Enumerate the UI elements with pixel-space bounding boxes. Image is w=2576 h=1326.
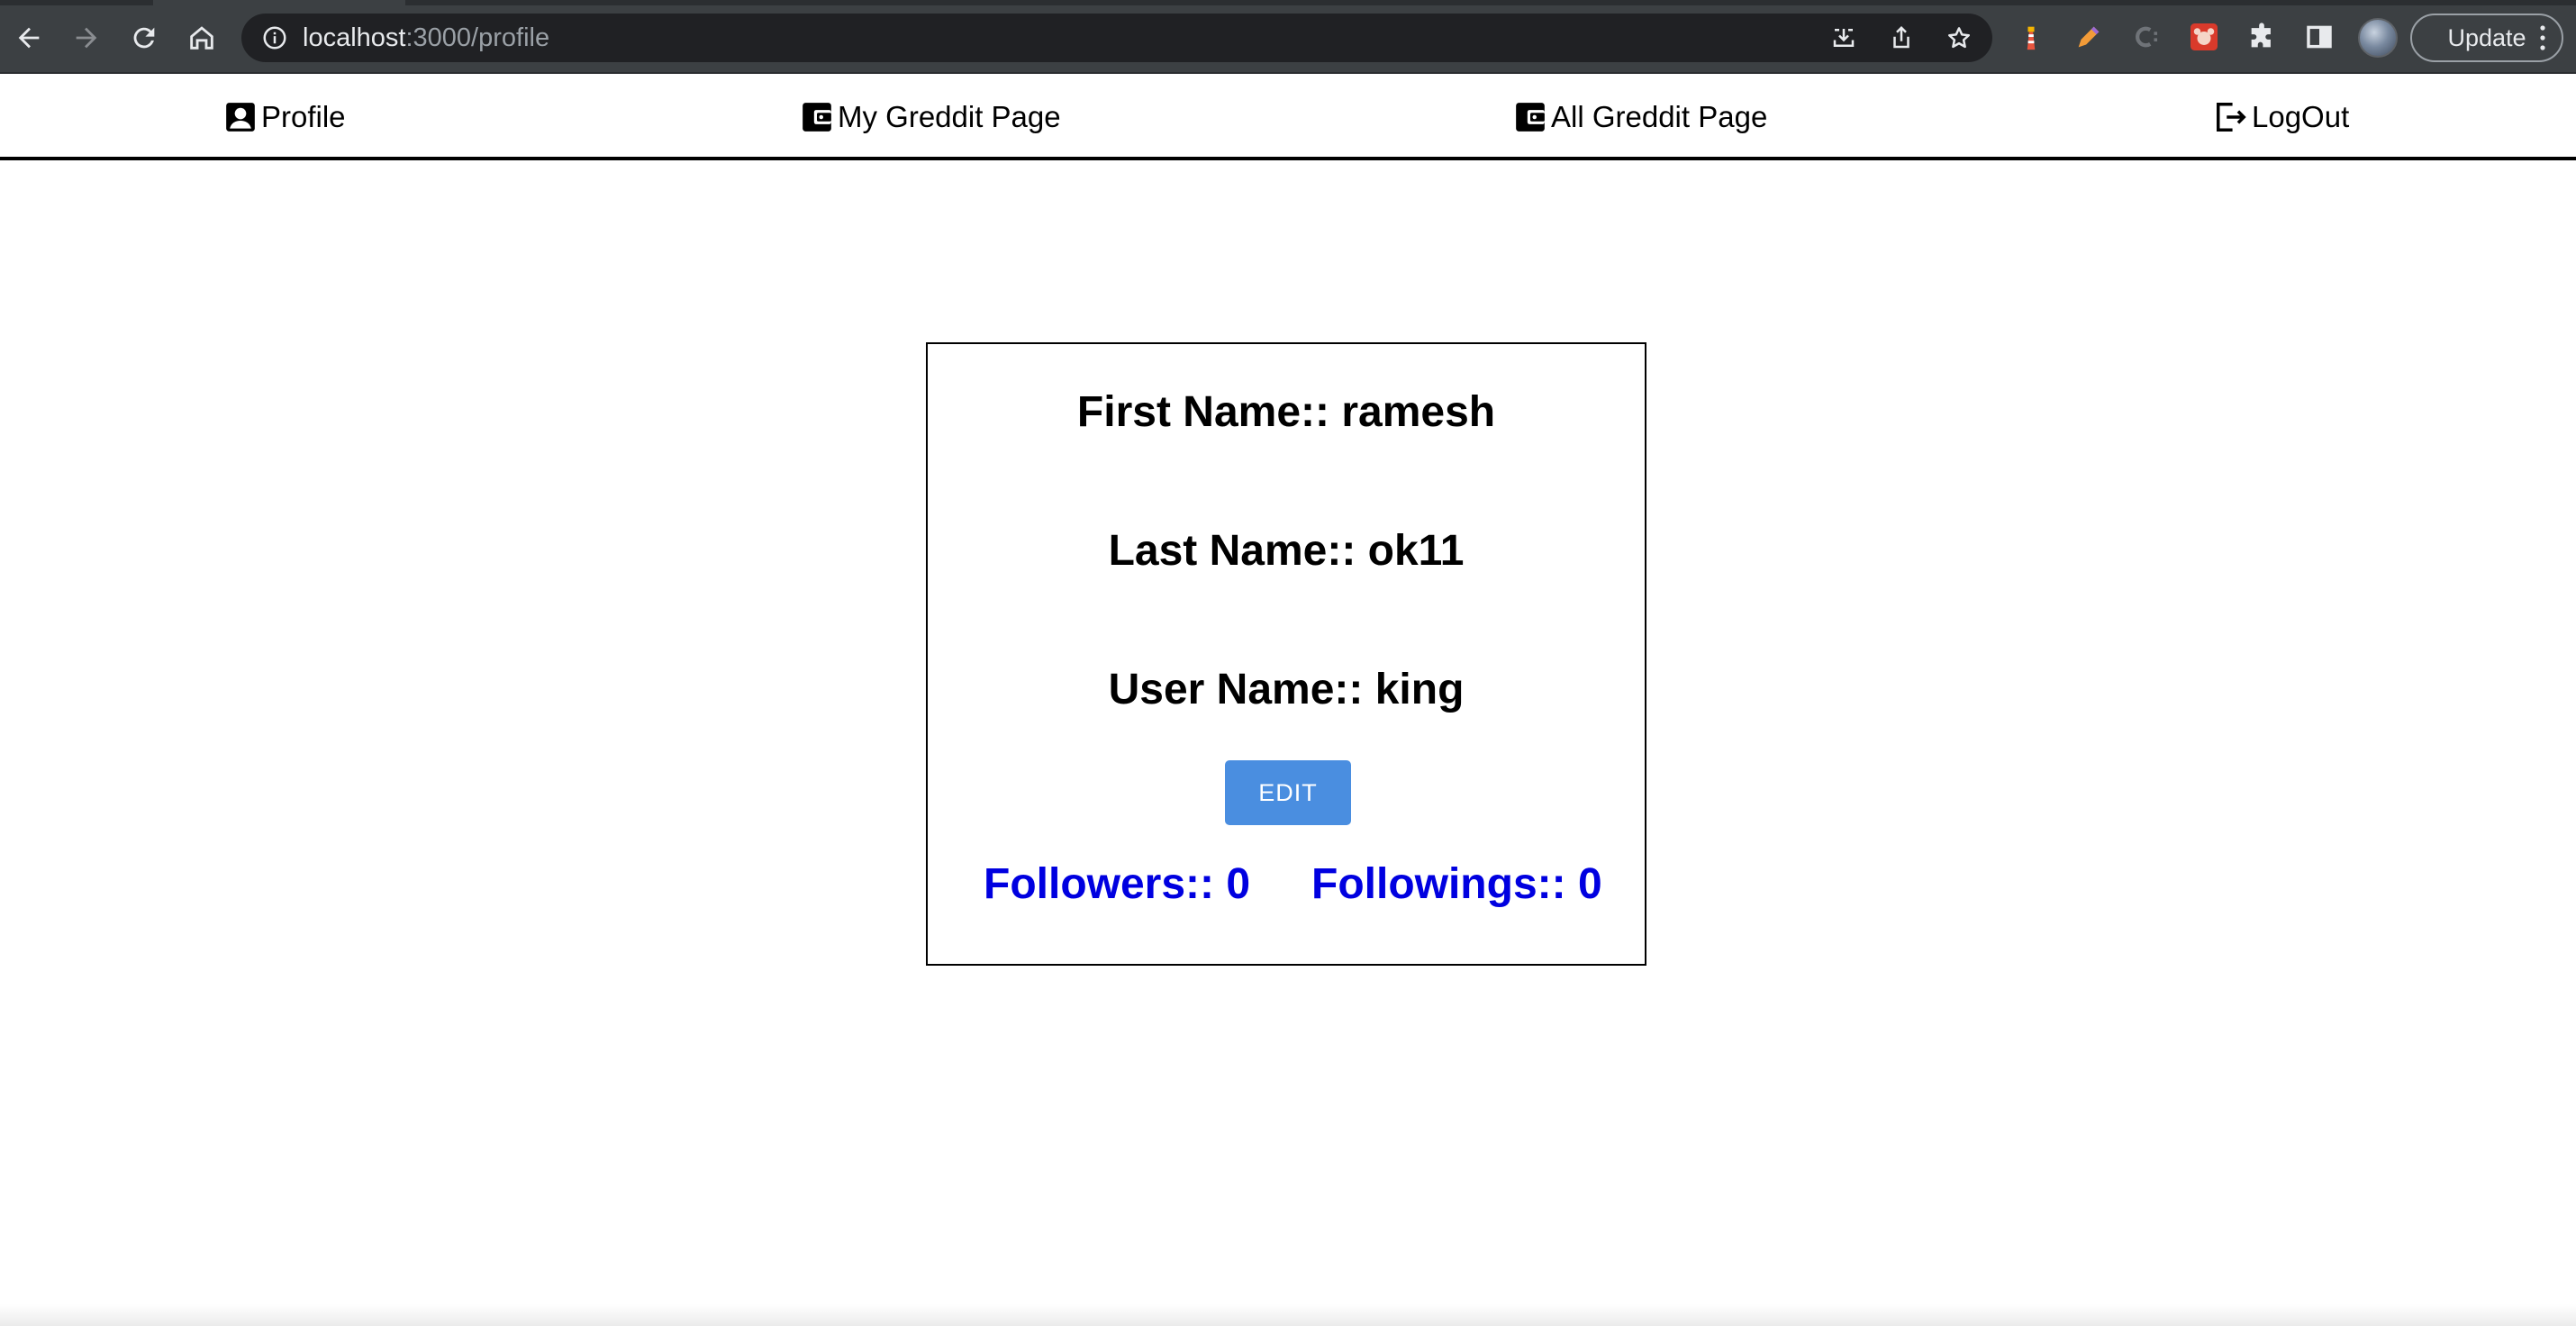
nav-profile-label: Profile — [261, 100, 346, 133]
puzzle-icon[interactable] — [2245, 20, 2279, 54]
reload-button[interactable] — [124, 18, 164, 58]
home-icon — [190, 26, 213, 50]
install-icon[interactable] — [1830, 24, 1857, 51]
nav-all-greddit-link[interactable]: All Greddit Page — [1513, 97, 1767, 137]
last-name-text: Last Name:: ok11 — [1108, 527, 1465, 575]
back-button[interactable] — [9, 18, 49, 58]
forward-button[interactable] — [67, 18, 106, 58]
extension-puppy-icon[interactable] — [2187, 20, 2221, 54]
url-host: localhost — [303, 23, 406, 52]
arrow-left-icon — [18, 27, 40, 49]
user-name-text: User Name:: king — [1108, 666, 1465, 713]
side-panel-icon[interactable] — [2302, 20, 2336, 54]
extension-c-icon[interactable] — [2129, 20, 2163, 54]
app-navbar: Profile My Greddit Page All Greddit Page… — [0, 76, 2576, 160]
person-badge-icon — [226, 103, 255, 132]
nav-logout-link[interactable]: LogOut — [2214, 97, 2349, 137]
share-icon[interactable] — [1888, 24, 1915, 51]
more-menu-icon[interactable] — [2536, 23, 2549, 52]
wallet-icon — [1516, 103, 1545, 132]
nav-all-greddit-label: All Greddit Page — [1551, 100, 1768, 133]
wallet-icon — [803, 103, 831, 132]
bottom-shadow — [0, 1304, 2576, 1326]
extension-lighthouse-icon[interactable] — [2014, 20, 2048, 54]
nav-my-greddit-label: My Greddit Page — [838, 100, 1061, 133]
first-name-text: First Name:: ramesh — [1076, 388, 1496, 436]
browser-toolbar: localhost:3000/profile Update — [0, 0, 2576, 74]
nav-profile-link[interactable]: Profile — [223, 97, 346, 137]
url-text[interactable]: localhost:3000/profile — [303, 24, 549, 51]
profile-card: First Name:: ramesh Last Name:: ok11 Use… — [926, 342, 1646, 966]
arrow-right-icon — [76, 27, 97, 49]
active-tab[interactable] — [153, 0, 405, 5]
logout-icon — [2217, 103, 2246, 132]
home-button[interactable] — [182, 18, 222, 58]
nav-logout-label: LogOut — [2252, 100, 2350, 133]
nav-my-greddit-link[interactable]: My Greddit Page — [800, 97, 1061, 137]
tab-strip — [0, 0, 2576, 5]
extension-pen-icon[interactable] — [2072, 20, 2106, 54]
followers-link[interactable]: Followers:: 0 — [984, 859, 1250, 909]
reload-icon — [133, 27, 155, 49]
profile-avatar[interactable] — [2358, 18, 2398, 58]
edit-button[interactable]: EDIT — [1225, 760, 1351, 825]
info-icon[interactable] — [261, 24, 288, 51]
star-icon[interactable] — [1946, 24, 1973, 51]
address-bar[interactable]: localhost:3000/profile — [241, 14, 1992, 62]
url-path: :3000/profile — [405, 23, 550, 52]
followings-link[interactable]: Followings:: 0 — [1311, 859, 1602, 909]
